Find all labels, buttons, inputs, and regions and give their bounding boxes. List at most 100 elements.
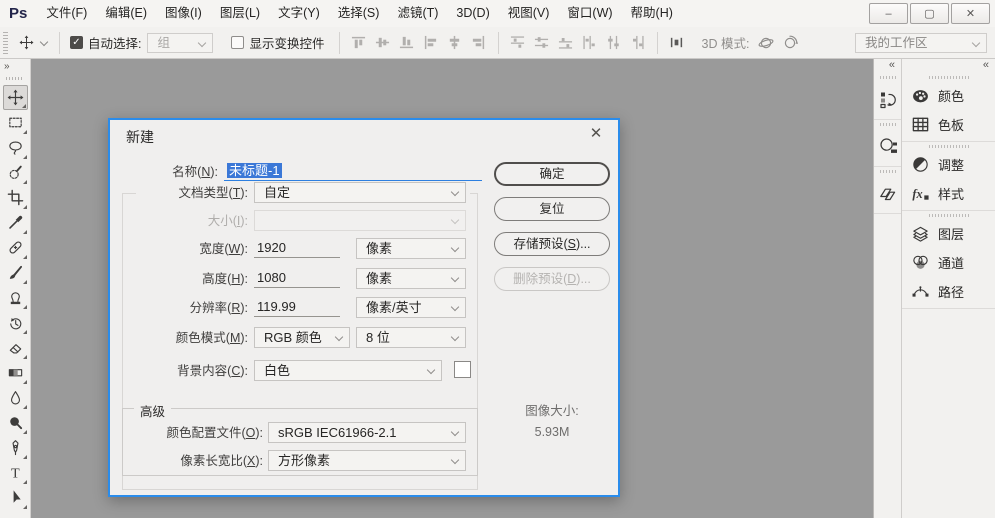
collapse-dock-icon[interactable]: « <box>902 59 995 73</box>
dodge-tool[interactable] <box>3 410 28 435</box>
color-profile-dropdown[interactable]: sRGB IEC61966-2.1 <box>268 422 466 443</box>
menu-item-filter[interactable]: 滤镜(T) <box>388 0 447 27</box>
panel-button-swatches[interactable]: 色板 <box>902 110 995 139</box>
separator <box>497 31 499 54</box>
pixel-aspect-ratio-dropdown[interactable]: 方形像素 <box>268 450 466 471</box>
distribute-right-icon[interactable] <box>627 32 649 54</box>
align-bottom-icon[interactable] <box>396 32 418 54</box>
collapse-dock-icon[interactable]: « <box>874 59 901 73</box>
rectangular-marquee-tool[interactable] <box>3 110 28 135</box>
show-transform-checkbox[interactable] <box>231 36 245 49</box>
history-panel-icon[interactable] <box>874 81 901 117</box>
move-tool[interactable] <box>2 85 28 110</box>
panel-grip[interactable] <box>928 214 969 217</box>
clone-stamp-tool[interactable] <box>3 285 28 310</box>
reset-button[interactable]: 复位 <box>494 197 610 221</box>
background-contents-label: 背景内容(C): <box>177 364 248 378</box>
panel-button-layers[interactable]: 图层 <box>902 219 995 248</box>
height-unit-dropdown[interactable]: 像素 <box>356 268 466 289</box>
panel-button-channels[interactable]: 通道 <box>902 248 995 277</box>
align-right-icon[interactable] <box>468 32 490 54</box>
eraser-tool[interactable] <box>3 335 28 360</box>
name-label: 名称(N): <box>172 165 218 179</box>
photoshop-window: { "app": { "logo": "Ps" }, "titlebar": {… <box>0 0 995 518</box>
blur-tool[interactable] <box>3 385 28 410</box>
tool-preset-chevron-icon[interactable] <box>39 37 49 46</box>
align-horizontal-center-icon[interactable] <box>444 32 466 54</box>
type-tool[interactable]: T <box>3 460 28 485</box>
roll-3d-icon[interactable] <box>779 32 801 54</box>
crop-tool[interactable] <box>3 185 28 210</box>
panel-grip[interactable] <box>879 123 896 126</box>
width-unit-dropdown[interactable]: 像素 <box>356 238 466 259</box>
panel-grip[interactable] <box>928 76 969 79</box>
distribute-horizontal-center-icon[interactable] <box>603 32 625 54</box>
distribute-top-icon[interactable] <box>507 32 529 54</box>
pen-tool[interactable] <box>3 435 28 460</box>
save-preset-button[interactable]: 存储预设(S)... <box>494 232 610 256</box>
expand-toolbox-icon[interactable]: » <box>0 59 30 73</box>
toolbox-grip[interactable] <box>6 77 24 80</box>
menu-item-edit[interactable]: 编辑(E) <box>96 0 156 27</box>
menu-item-layer[interactable]: 图层(L) <box>211 0 269 27</box>
height-input[interactable]: 1080 <box>254 269 340 288</box>
advanced-legend[interactable]: 高级 <box>134 401 172 420</box>
distribute-bottom-icon[interactable] <box>555 32 577 54</box>
menu-item-type[interactable]: 文字(Y) <box>269 0 329 27</box>
lasso-tool[interactable] <box>3 135 28 160</box>
panel-grip[interactable] <box>879 76 896 79</box>
panel-button-paths[interactable]: 路径 <box>902 277 995 306</box>
panel-grip[interactable] <box>928 145 969 148</box>
quick-selection-tool[interactable] <box>3 160 28 185</box>
menu-item-select[interactable]: 选择(S) <box>329 0 389 27</box>
minimize-button[interactable]: – <box>869 3 908 24</box>
align-vertical-center-icon[interactable] <box>372 32 394 54</box>
document-type-dropdown[interactable]: 自定 <box>254 182 466 203</box>
ok-button[interactable]: 确定 <box>494 162 610 186</box>
align-top-icon[interactable] <box>348 32 370 54</box>
resolution-unit-dropdown[interactable]: 像素/英寸 <box>356 297 466 318</box>
panel-button-color[interactable]: 颜色 <box>902 81 995 110</box>
size-dropdown[interactable] <box>254 210 466 231</box>
menu-item-help[interactable]: 帮助(H) <box>622 0 682 27</box>
options-bar-grip[interactable] <box>3 31 8 54</box>
eyedropper-tool[interactable] <box>3 210 28 235</box>
align-left-icon[interactable] <box>420 32 442 54</box>
menu-item-3d[interactable]: 3D(D) <box>447 0 498 27</box>
maximize-button[interactable]: ▢ <box>910 3 949 24</box>
bit-depth-dropdown[interactable]: 8 位 <box>356 327 466 348</box>
auto-select-checkbox[interactable]: ✓ <box>70 36 83 49</box>
workspace-dropdown[interactable]: 我的工作区 <box>855 32 987 53</box>
menubar: 文件(F) 编辑(E) 图像(I) 图层(L) 文字(Y) 选择(S) 滤镜(T) 3D(D)… <box>37 0 682 27</box>
3d-panel-icon[interactable] <box>874 128 901 164</box>
panel-button-adjustments[interactable]: 调整 <box>902 150 995 179</box>
tool-flyout-icon <box>22 305 27 309</box>
menu-item-image[interactable]: 图像(I) <box>156 0 211 27</box>
brush-tool[interactable] <box>3 260 28 285</box>
menu-item-view[interactable]: 视图(V) <box>499 0 559 27</box>
resolution-input[interactable]: 119.99 <box>254 298 340 317</box>
width-input[interactable]: 1920 <box>254 239 340 258</box>
background-contents-dropdown[interactable]: 白色 <box>254 360 442 381</box>
dialog-close-icon[interactable]: ✕ <box>586 124 606 144</box>
panel-button-styles[interactable]: fx 样式 <box>902 179 995 208</box>
libraries-panel-icon[interactable] <box>874 175 901 211</box>
orbit-3d-icon[interactable] <box>755 32 777 54</box>
delete-preset-button[interactable]: 删除预设(D)... <box>494 267 610 291</box>
spot-healing-brush-tool[interactable] <box>3 235 28 260</box>
menu-item-window[interactable]: 窗口(W) <box>558 0 621 27</box>
menu-item-file[interactable]: 文件(F) <box>37 0 96 27</box>
name-input[interactable]: 未标题-1 <box>224 162 482 181</box>
tool-flyout-icon <box>22 455 27 459</box>
close-window-button[interactable]: ✕ <box>951 3 990 24</box>
history-brush-tool[interactable] <box>3 310 28 335</box>
color-mode-dropdown[interactable]: RGB 颜色 <box>254 327 350 348</box>
background-color-swatch[interactable] <box>454 361 471 378</box>
path-selection-tool[interactable] <box>3 485 28 510</box>
distribute-vertical-center-icon[interactable] <box>531 32 553 54</box>
distribute-left-icon[interactable] <box>579 32 601 54</box>
gradient-tool[interactable] <box>3 360 28 385</box>
distribute-spacing-icon[interactable] <box>666 32 688 54</box>
panel-grip[interactable] <box>879 170 896 173</box>
auto-select-target-dropdown[interactable]: 组 <box>147 32 214 53</box>
